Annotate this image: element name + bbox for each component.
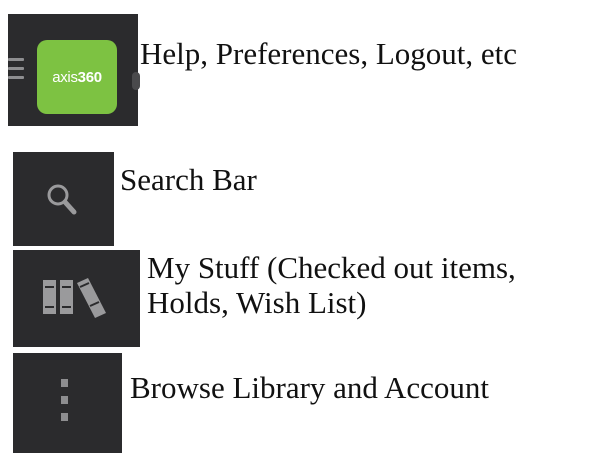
browse-button[interactable] xyxy=(13,353,122,453)
axis360-logo: axis 360 xyxy=(37,40,117,114)
edge-indicator-icon xyxy=(132,72,140,90)
my-stuff-button[interactable] xyxy=(13,250,140,347)
browse-caption: Browse Library and Account xyxy=(130,370,489,405)
books-icon xyxy=(43,278,106,318)
search-button[interactable] xyxy=(13,152,114,246)
more-vertical-icon xyxy=(61,379,68,421)
my-stuff-caption-line-2: Holds, Wish List) xyxy=(147,285,367,320)
hamburger-menu-icon xyxy=(8,54,28,84)
my-stuff-caption-line-1: My Stuff (Checked out items, xyxy=(147,250,516,285)
logo-text-bold: 360 xyxy=(77,68,102,86)
menu-caption: Help, Preferences, Logout, etc xyxy=(140,36,518,71)
logo-text-light: axis xyxy=(52,68,78,86)
search-icon xyxy=(47,184,77,215)
search-caption: Search Bar xyxy=(120,162,257,197)
menu-button[interactable]: axis 360 xyxy=(8,14,140,126)
